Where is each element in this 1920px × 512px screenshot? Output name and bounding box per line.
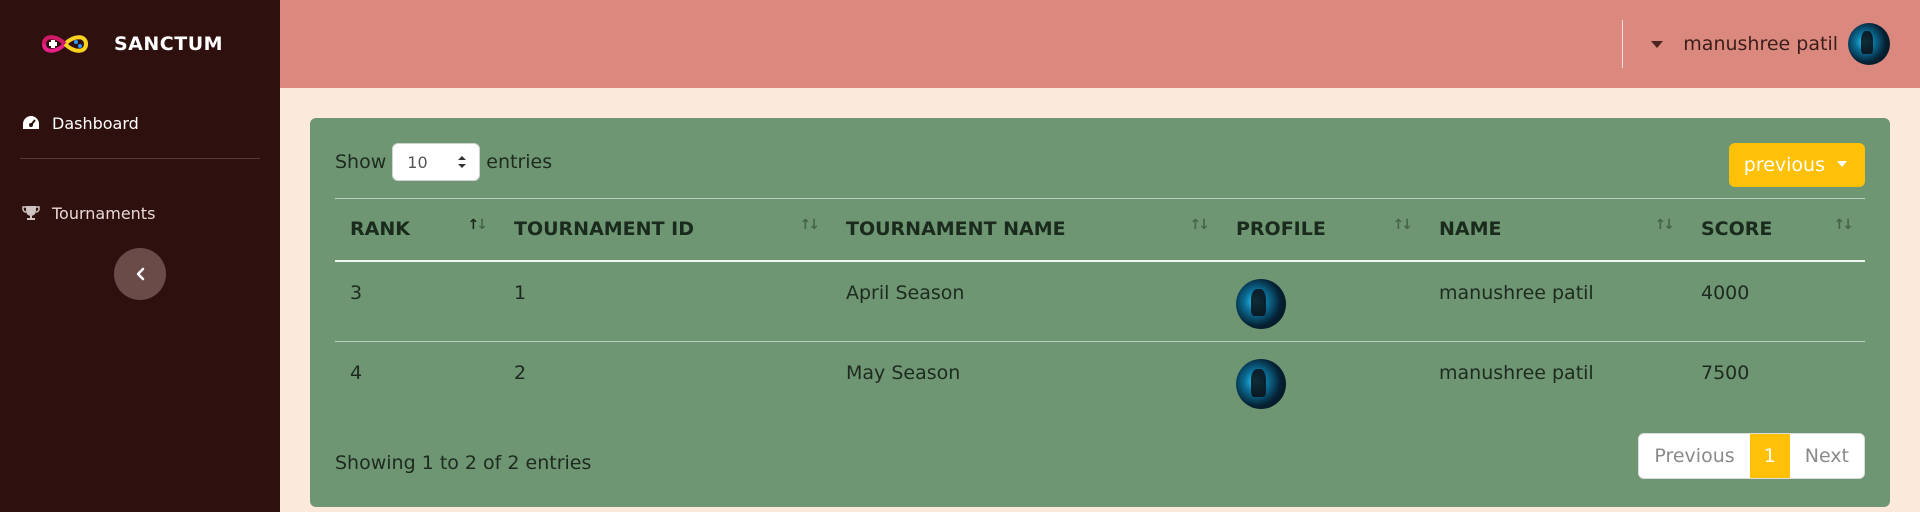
user-menu[interactable]: manushree patil [1651,22,1890,66]
cell-profile [1221,342,1424,423]
table-header-row: RANK ↑↓ TOURNAMENT ID ↑↓ TOURNAMENT NAME ↑↓… [335,198,1865,262]
topbar: manushree patil [280,0,1920,88]
brand[interactable]: SANCTUM [0,0,280,88]
column-header-name[interactable]: NAME ↑↓ [1424,198,1686,262]
trophy-icon [20,202,42,224]
sort-icon: ↑↓ [467,217,489,233]
chevron-left-icon [136,267,145,281]
column-header-score[interactable]: SCORE ↑↓ [1686,198,1865,262]
cell-rank: 3 [335,260,499,342]
cell-tournament-id: 2 [514,362,527,384]
leaderboard-card: Show 10 entries previous RANK ↑↓ TOURNAME… [310,118,1890,507]
cell-name: manushree patil [1424,260,1686,342]
entries-length-control: Show 10 entries [335,143,552,181]
caret-down-icon [1837,161,1847,167]
profile-avatar [1236,278,1286,329]
sort-icon: ↑↓ [1654,217,1676,233]
cell-score: 7500 [1701,362,1750,384]
column-header-tournament-id[interactable]: TOURNAMENT ID ↑↓ [499,198,831,262]
pagination-next-button[interactable]: Next [1789,434,1864,478]
brand-name: SANCTUM [114,33,224,55]
table-row: 4 2 May Season manushree patil 7500 [335,342,1865,423]
filter-dropdown-button[interactable]: previous [1728,143,1865,187]
pagination-previous-button[interactable]: Previous [1639,434,1750,478]
filter-button-label: previous [1743,154,1825,176]
entries-select[interactable]: 10 [392,143,481,181]
sidebar-item-label: Dashboard [52,113,139,133]
column-header-tournament-name[interactable]: TOURNAMENT NAME ↑↓ [831,198,1221,262]
cell-score: 4000 [1686,260,1865,342]
cell-name: manushree patil [1439,362,1594,384]
sort-icon: ↑↓ [1392,217,1414,233]
gamepad-infinity-logo [41,35,89,53]
avatar [1848,23,1890,65]
sidebar-item-dashboard[interactable]: Dashboard [0,88,280,158]
sidebar-divider [20,158,260,159]
sidebar: SANCTUM Dashboard Tournaments [0,0,280,512]
cell-tournament-name: April Season [831,260,1221,342]
sort-icon: ↑↓ [799,217,821,233]
topbar-divider [1622,20,1623,68]
column-header-rank[interactable]: RANK ↑↓ [335,198,499,262]
sidebar-item-tournaments[interactable]: Tournaments [0,179,280,247]
entries-select-wrapper: 10 [392,143,481,181]
sidebar-item-label: Tournaments [52,203,156,223]
cell-tournament-name: May Season [846,362,961,384]
leaderboard-table: RANK ↑↓ TOURNAMENT ID ↑↓ TOURNAMENT NAME ↑↓… [335,198,1865,423]
table-info: Showing 1 to 2 of 2 entries [335,452,592,474]
profile-avatar [1236,359,1286,409]
cell-rank: 4 [350,362,363,384]
speedometer-icon [20,112,42,134]
sort-icon: ↑↓ [1189,217,1211,233]
caret-down-icon [1651,40,1664,48]
sidebar-toggle-button[interactable] [114,248,166,300]
pagination: Previous 1 Next [1638,433,1865,479]
pagination-page-button[interactable]: 1 [1749,434,1790,478]
sort-icon: ↑↓ [1833,217,1855,233]
user-name: manushree patil [1683,33,1838,55]
cell-tournament-id: 1 [499,260,831,342]
cell-profile [1221,260,1424,342]
column-header-profile[interactable]: PROFILE ↑↓ [1221,198,1424,262]
table-row: 3 1 April Season manushree patil 4000 [335,260,1865,342]
show-label: Show [335,151,387,173]
entries-label: entries [486,151,553,173]
